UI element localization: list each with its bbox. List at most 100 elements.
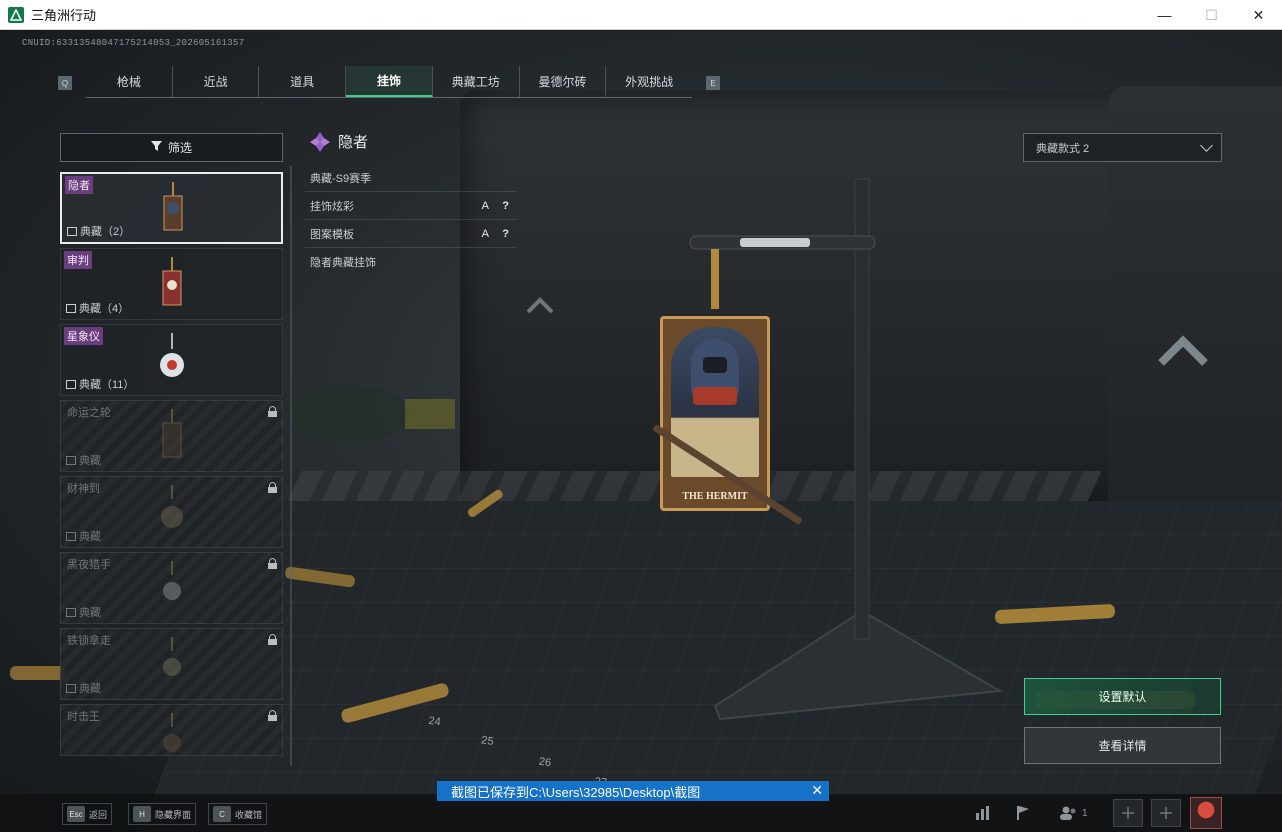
item-thumbnail [157, 561, 187, 617]
help-icon[interactable]: ? [502, 228, 509, 240]
friends-button[interactable]: 1 [1048, 799, 1104, 827]
image-icon [66, 303, 76, 313]
flag-icon[interactable] [1008, 799, 1038, 827]
chevron-down-icon [1200, 139, 1213, 152]
item-count: 典藏（11） [66, 376, 134, 392]
player-uid: CNUID:63313548047175214053_202605161357 [22, 38, 245, 48]
item-count: 典藏 [66, 604, 101, 620]
image-icon [66, 379, 76, 389]
tab-items[interactable]: 道具 [259, 66, 347, 97]
list-scrollbar[interactable] [290, 166, 292, 766]
lock-icon [268, 710, 277, 721]
list-item[interactable]: 审判 典藏（4） [60, 248, 283, 320]
app-logo-icon [8, 6, 24, 23]
item-name: 财神到 [67, 483, 100, 495]
season-row: 典藏-S9赛季 [305, 164, 517, 192]
toast-message: 截图已保存到C:\Users\32985\Desktop\截图 [451, 784, 701, 800]
hint-label: 返回 [89, 809, 108, 820]
stats-icon[interactable] [968, 799, 998, 827]
item-name: 时击王 [67, 711, 100, 723]
category-tabs: 枪械 近战 道具 挂饰 典藏工坊 曼德尔砖 外观挑战 [86, 66, 692, 98]
mat-number: 25 [480, 734, 494, 748]
charm-color-row[interactable]: 挂饰炫彩 A ? [305, 192, 517, 220]
charm-color-value: A [481, 199, 489, 212]
tab-appearance-challenge[interactable]: 外观挑战 [606, 66, 692, 97]
tab-mandel-brick[interactable]: 曼德尔砖 [520, 66, 607, 97]
filter-icon [150, 140, 162, 155]
lock-icon [268, 558, 277, 569]
minimize-button[interactable]: — [1141, 0, 1188, 30]
add-slot-button[interactable] [1113, 799, 1143, 827]
charm-title-label: 隐者 [338, 134, 369, 151]
plus-icon [1122, 807, 1134, 819]
collection-hint[interactable]: C 收藏馆 [208, 803, 268, 825]
rarity-diamond-icon [310, 131, 330, 152]
next-tab-key-hint: E [706, 76, 720, 90]
item-count-label: 典藏 [79, 531, 101, 543]
style-variant-select[interactable]: 典藏款式 2 [1023, 133, 1222, 162]
item-count: 典藏 [66, 452, 101, 468]
item-count-label: 典藏 [79, 683, 101, 695]
key-cap: C [213, 806, 231, 822]
list-item[interactable]: 隐者 典藏（2） [60, 172, 283, 244]
charm-detail-rows: 典藏-S9赛季 挂饰炫彩 A ? 图案模板 A ? 隐者典藏挂饰 [305, 164, 517, 276]
window-titlebar: 三角洲行动 — ☐ ✕ [0, 0, 1282, 30]
view-details-button[interactable]: 查看详情 [1024, 727, 1221, 764]
add-slot-button[interactable] [1151, 799, 1181, 827]
plus-icon [1160, 807, 1172, 819]
friends-icon [1060, 806, 1076, 820]
item-thumbnail [157, 257, 187, 313]
item-name: 命运之轮 [67, 407, 111, 419]
image-icon [66, 607, 76, 617]
window-controls: — ☐ ✕ [1141, 0, 1282, 30]
item-name: 铁锁拿走 [67, 635, 111, 647]
maximize-button[interactable]: ☐ [1188, 0, 1235, 30]
figure-face [703, 357, 727, 373]
set-default-button[interactable]: 设置默认 [1024, 678, 1221, 715]
list-item[interactable]: 财神到 典藏 [60, 476, 283, 548]
list-item[interactable]: 星象仪 典藏（11） [60, 324, 283, 396]
charm-description: 隐者典藏挂饰 [310, 257, 376, 269]
close-icon[interactable]: ✕ [811, 782, 823, 799]
charm-preview[interactable]: THE HERMIT [660, 316, 770, 511]
item-count-label: 典藏（2） [80, 226, 131, 238]
back-hint[interactable]: Esc 返回 [62, 803, 113, 825]
lock-icon [268, 406, 277, 417]
description-row: 隐者典藏挂饰 [305, 248, 517, 276]
list-item[interactable]: 时击王 [60, 704, 283, 756]
item-thumbnail [157, 637, 187, 693]
mat-number: 26 [538, 756, 552, 770]
tab-melee[interactable]: 近战 [173, 66, 260, 97]
list-item[interactable]: 黑夜猎手 典藏 [60, 552, 283, 624]
avatar[interactable] [1190, 797, 1222, 829]
tab-charms[interactable]: 挂饰 [346, 66, 433, 97]
charm-title: 隐者 [310, 131, 368, 152]
help-icon[interactable]: ? [502, 200, 509, 212]
pattern-template-row[interactable]: 图案模板 A ? [305, 220, 517, 248]
tab-firearms[interactable]: 枪械 [86, 66, 173, 97]
pattern-template-label: 图案模板 [310, 228, 354, 241]
item-name: 黑夜猎手 [67, 559, 111, 571]
lock-icon [268, 634, 277, 645]
charm-list: 隐者 典藏（2） 审判 典藏（4） 星象仪 典藏（11） 命运之轮 典藏 财神到… [60, 172, 283, 760]
list-item[interactable]: 铁锁拿走 典藏 [60, 628, 283, 700]
close-window-button[interactable]: ✕ [1235, 0, 1282, 30]
item-name: 星象仪 [64, 327, 103, 345]
chevron-up-icon [526, 297, 554, 314]
friends-count: 1 [1082, 807, 1088, 819]
charm-art [671, 327, 759, 477]
item-count: 典藏（2） [67, 223, 130, 239]
filter-button[interactable]: 筛选 [60, 133, 283, 162]
item-thumbnail [158, 182, 188, 238]
figure-scarf [693, 387, 737, 405]
item-count: 典藏（4） [66, 300, 129, 316]
hide-ui-hint[interactable]: H 隐藏界面 [128, 803, 197, 825]
season-label: 典藏-S9赛季 [310, 172, 372, 185]
key-cap: Esc [67, 806, 85, 822]
item-count-label: 典藏（11） [79, 379, 135, 391]
image-icon [66, 683, 76, 693]
key-cap: H [133, 806, 151, 822]
tab-collection-workshop[interactable]: 典藏工坊 [433, 66, 520, 97]
list-item[interactable]: 命运之轮 典藏 [60, 400, 283, 472]
prev-tab-key-hint: Q [58, 76, 72, 90]
